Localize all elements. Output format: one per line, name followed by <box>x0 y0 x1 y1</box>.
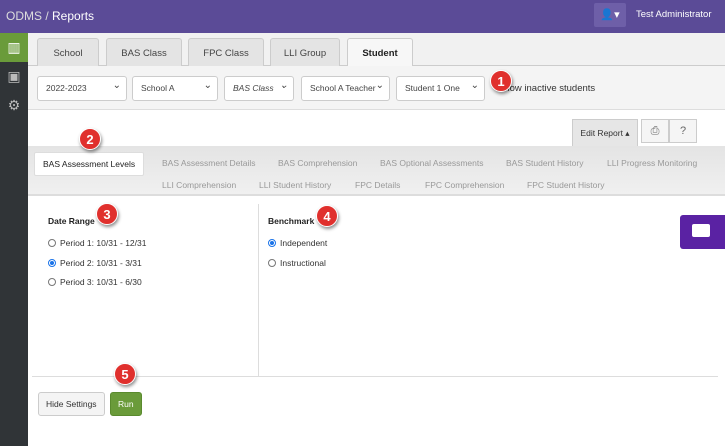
radio-circle[interactable] <box>268 259 276 267</box>
radio-label: Period 1: 10/31 - 12/31 <box>60 238 147 248</box>
sidebar-item-settings[interactable]: ⚙ <box>0 91 28 120</box>
help-icon: ? <box>679 125 687 137</box>
print-button[interactable]: ⎙ <box>641 119 669 143</box>
radio-label: Independent <box>280 238 328 248</box>
sidebar-item-reports[interactable]: ▥ <box>0 33 28 62</box>
contact-card-icon: ▣ <box>7 68 21 84</box>
page-title: Reports <box>52 9 95 23</box>
run-button[interactable]: Run <box>110 392 142 416</box>
date-range-label: Date Range <box>48 216 95 226</box>
report-tab[interactable]: FPC Comprehension <box>425 180 504 190</box>
school-select[interactable]: School A <box>132 76 218 101</box>
class-select[interactable]: BAS Class <box>224 76 294 101</box>
callout-badge-1: 1 <box>490 70 512 92</box>
separator: / <box>42 9 53 23</box>
report-tab[interactable]: BAS Optional Assessments <box>380 158 483 168</box>
show-inactive-checkbox[interactable]: Show inactive students <box>498 83 595 94</box>
sidebar-item-students[interactable]: ▣ <box>0 62 28 91</box>
callout-badge-4: 4 <box>316 205 338 227</box>
report-tab[interactable]: BAS Comprehension <box>278 158 357 168</box>
radio-circle[interactable] <box>48 239 56 247</box>
user-menu-button[interactable]: 👤▾ <box>594 3 626 27</box>
radio-label: Period 3: 10/31 - 6/30 <box>60 277 142 287</box>
app-name[interactable]: ODMS <box>6 9 42 23</box>
settings-footer: Hide Settings Run <box>32 376 718 420</box>
radio-label: Period 2: 10/31 - 3/31 <box>60 258 142 268</box>
user-icon: 👤 <box>600 9 615 21</box>
callout-badge-3: 3 <box>96 203 118 225</box>
report-tab[interactable]: LLI Progress Monitoring <box>607 158 697 168</box>
edit-report-button[interactable]: Edit Report ▴ <box>572 119 638 146</box>
settings-divider <box>258 204 259 376</box>
radio-label: Instructional <box>280 258 326 268</box>
chart-icon: ▥ <box>7 39 21 55</box>
hide-settings-button[interactable]: Hide Settings <box>38 392 105 416</box>
report-level-tabs: School BAS Class FPC Class LLI Group Stu… <box>28 33 725 67</box>
callout-badge-5: 5 <box>114 363 136 385</box>
report-tabs: BAS Assessment Levels BAS Assessment Det… <box>28 146 725 196</box>
report-tab[interactable]: FPC Details <box>355 180 400 190</box>
benchmark-label: Benchmark <box>268 216 315 226</box>
sidebar: ▥ ▣ ⚙ <box>0 33 28 446</box>
callout-badge-2: 2 <box>79 128 101 150</box>
radio-circle[interactable] <box>48 259 56 267</box>
chat-bubble-icon <box>692 224 710 237</box>
student-select[interactable]: Student 1 One <box>396 76 485 101</box>
filter-bar: 2022-2023 School A BAS Class School A Te… <box>28 66 725 110</box>
teacher-select[interactable]: School A Teacher <box>301 76 390 101</box>
period-3-radio[interactable]: Period 3: 10/31 - 6/30 <box>48 277 142 287</box>
user-name: Test Administrator <box>636 9 712 20</box>
report-tab[interactable]: LLI Comprehension <box>162 180 236 190</box>
radio-circle[interactable] <box>268 239 276 247</box>
report-tab[interactable]: BAS Assessment Details <box>162 158 256 168</box>
chat-button[interactable] <box>680 215 725 249</box>
report-tab[interactable]: LLI Student History <box>259 180 331 190</box>
print-icon: ⎙ <box>650 125 660 137</box>
period-2-radio[interactable]: Period 2: 10/31 - 3/31 <box>48 258 142 268</box>
help-button[interactable]: ? <box>669 119 697 143</box>
report-tab[interactable]: FPC Student History <box>527 180 604 190</box>
report-tab-bas-assessment-levels[interactable]: BAS Assessment Levels <box>34 152 145 176</box>
instructional-radio[interactable]: Instructional <box>268 258 326 268</box>
independent-radio[interactable]: Independent <box>268 238 327 248</box>
tab-student[interactable]: Student <box>347 38 413 67</box>
radio-circle[interactable] <box>48 278 56 286</box>
breadcrumb: ODMS / Reports <box>6 9 94 23</box>
tab-fpc-class[interactable]: FPC Class <box>188 38 264 67</box>
report-tab[interactable]: BAS Student History <box>506 158 583 168</box>
gear-icon: ⚙ <box>7 97 21 113</box>
top-header: ODMS / Reports 👤▾ Test Administrator <box>0 0 725 33</box>
period-1-radio[interactable]: Period 1: 10/31 - 12/31 <box>48 238 146 248</box>
tab-lli-group[interactable]: LLI Group <box>270 38 340 67</box>
tab-school[interactable]: School <box>37 38 99 67</box>
year-select[interactable]: 2022-2023 <box>37 76 127 101</box>
tab-bas-class[interactable]: BAS Class <box>106 38 182 67</box>
